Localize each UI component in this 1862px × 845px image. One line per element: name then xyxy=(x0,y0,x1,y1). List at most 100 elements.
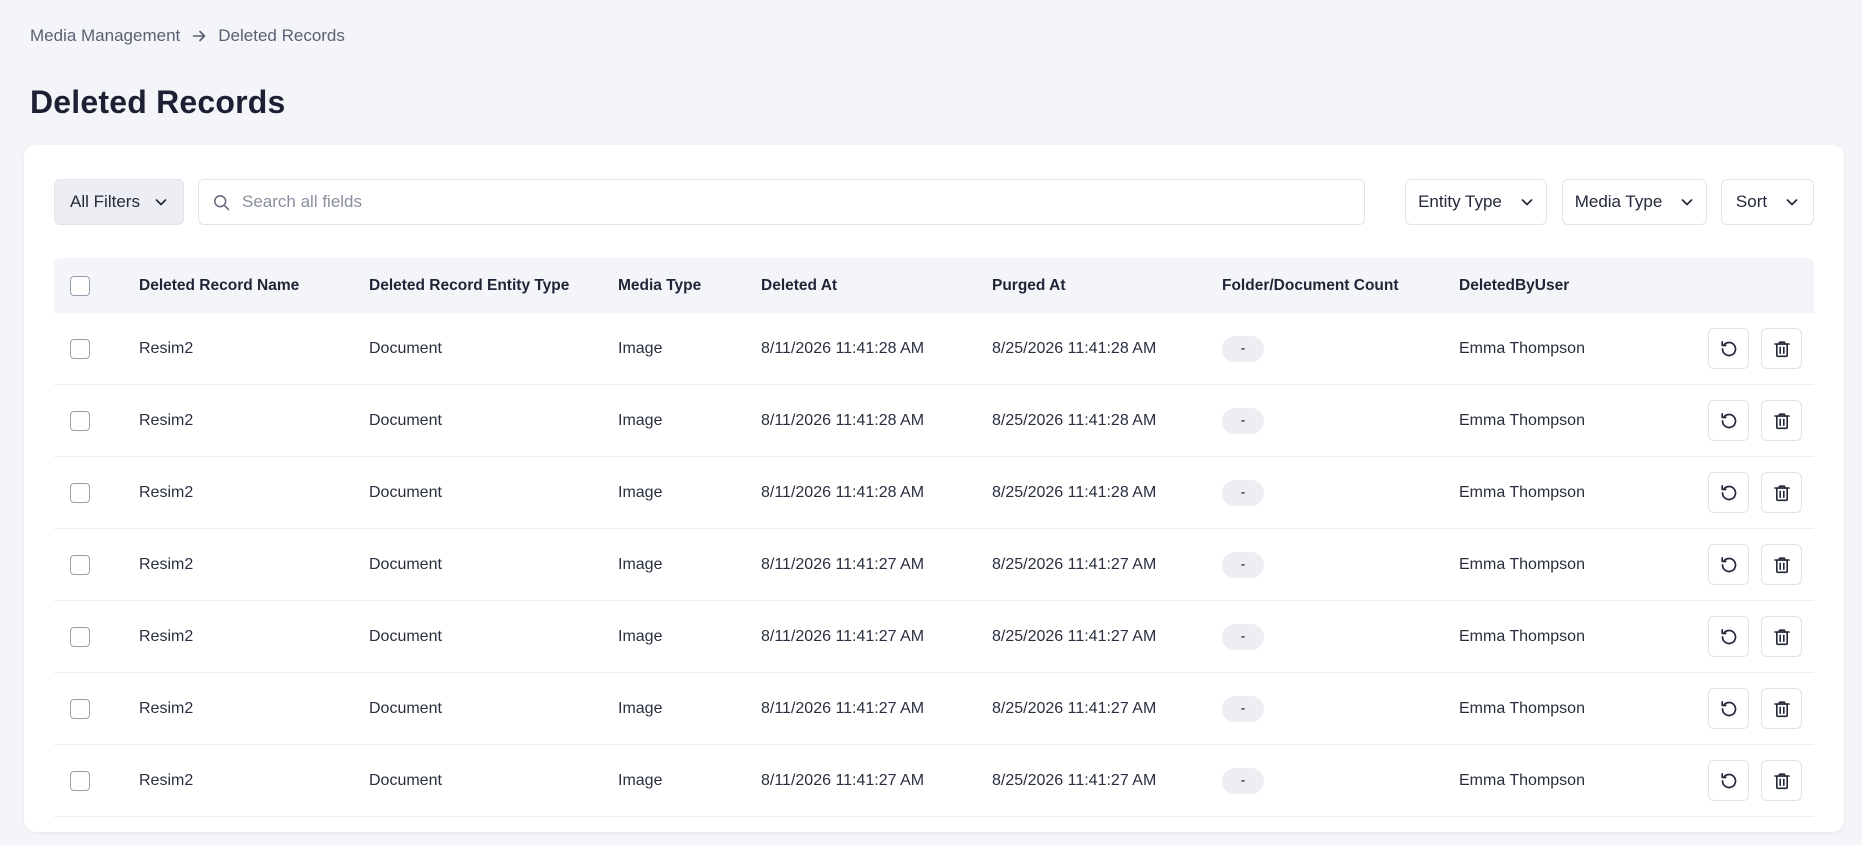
cell-name: Resim2 xyxy=(139,411,194,429)
toolbar: All Filters Entity Type Media Type Sort xyxy=(54,179,1814,225)
cell-count-badge: - xyxy=(1222,767,1264,794)
restore-icon xyxy=(1719,771,1739,791)
sort-label: Sort xyxy=(1735,192,1768,211)
cell-media-type: Image xyxy=(618,411,663,429)
row-checkbox[interactable] xyxy=(70,410,90,431)
cell-count-badge: - xyxy=(1222,335,1264,362)
restore-button[interactable] xyxy=(1708,328,1749,369)
cell-deleted-at: 8/11/2026 11:41:27 AM xyxy=(761,699,925,717)
entity-type-label: Entity Type xyxy=(1418,192,1502,211)
cell-purged-at: 8/25/2026 11:41:27 AM xyxy=(992,555,1157,573)
records-card: All Filters Entity Type Media Type Sort xyxy=(24,145,1844,832)
breadcrumb: Media Management Deleted Records xyxy=(30,26,345,46)
cell-deleted-by-user: Emma Thompson xyxy=(1459,555,1585,573)
table-row: Resim2 Document Image 8/11/2026 11:41:28… xyxy=(54,385,1814,457)
table-header: Deleted Record Name Deleted Record Entit… xyxy=(54,258,1814,313)
header-name[interactable]: Deleted Record Name xyxy=(139,277,369,295)
sort-dropdown[interactable]: Sort xyxy=(1721,179,1814,225)
restore-button[interactable] xyxy=(1708,400,1749,441)
cell-media-type: Image xyxy=(618,771,663,789)
trash-icon xyxy=(1772,627,1792,647)
delete-button[interactable] xyxy=(1761,472,1802,513)
row-checkbox[interactable] xyxy=(70,338,90,359)
delete-button[interactable] xyxy=(1761,400,1802,441)
restore-button[interactable] xyxy=(1708,760,1749,801)
delete-button[interactable] xyxy=(1761,328,1802,369)
cell-deleted-by-user: Emma Thompson xyxy=(1459,627,1585,645)
cell-name: Resim2 xyxy=(139,339,194,357)
header-count[interactable]: Folder/Document Count xyxy=(1222,277,1459,295)
table-row: Resim2 Document Image 8/11/2026 11:41:27… xyxy=(54,673,1814,745)
arrow-right-icon xyxy=(190,27,208,45)
cell-deleted-at: 8/11/2026 11:41:27 AM xyxy=(761,627,925,645)
cell-media-type: Image xyxy=(618,627,663,645)
table-row: Resim2 Document Image 8/11/2026 11:41:27… xyxy=(54,745,1814,817)
cell-media-type: Image xyxy=(618,483,663,501)
chevron-down-icon xyxy=(1680,195,1694,209)
media-type-label: Media Type xyxy=(1574,192,1663,211)
cell-media-type: Image xyxy=(618,699,663,717)
delete-button[interactable] xyxy=(1761,544,1802,585)
trash-icon xyxy=(1772,771,1792,791)
cell-entity-type: Document xyxy=(369,339,442,357)
trash-icon xyxy=(1772,699,1792,719)
table-row: Resim2 Document Image 8/11/2026 11:41:28… xyxy=(54,457,1814,529)
table-row: Resim2 Document Image 8/11/2026 11:41:27… xyxy=(54,529,1814,601)
cell-media-type: Image xyxy=(618,339,663,357)
row-checkbox[interactable] xyxy=(70,698,90,719)
media-type-dropdown[interactable]: Media Type xyxy=(1562,179,1707,225)
cell-entity-type: Document xyxy=(369,699,442,717)
cell-count-badge: - xyxy=(1222,407,1264,434)
cell-deleted-by-user: Emma Thompson xyxy=(1459,411,1585,429)
search-input[interactable] xyxy=(242,192,1364,212)
delete-button[interactable] xyxy=(1761,688,1802,729)
page-title: Deleted Records xyxy=(30,84,286,120)
delete-button[interactable] xyxy=(1761,760,1802,801)
cell-deleted-by-user: Emma Thompson xyxy=(1459,483,1585,501)
cell-purged-at: 8/25/2026 11:41:28 AM xyxy=(992,411,1157,429)
chevron-down-icon xyxy=(1785,195,1799,209)
entity-type-dropdown[interactable]: Entity Type xyxy=(1405,179,1547,225)
cell-entity-type: Document xyxy=(369,411,442,429)
cell-purged-at: 8/25/2026 11:41:28 AM xyxy=(992,339,1157,357)
header-deleted-by-user[interactable]: DeletedByUser xyxy=(1459,277,1689,295)
header-deleted-at[interactable]: Deleted At xyxy=(761,277,992,295)
row-checkbox[interactable] xyxy=(70,554,90,575)
chevron-down-icon xyxy=(154,195,168,209)
restore-button[interactable] xyxy=(1708,472,1749,513)
cell-purged-at: 8/25/2026 11:41:27 AM xyxy=(992,699,1157,717)
cell-deleted-by-user: Emma Thompson xyxy=(1459,339,1585,357)
header-purged-at[interactable]: Purged At xyxy=(992,277,1222,295)
cell-deleted-at: 8/11/2026 11:41:28 AM xyxy=(761,483,925,501)
cell-media-type: Image xyxy=(618,555,663,573)
restore-icon xyxy=(1719,339,1739,359)
row-checkbox[interactable] xyxy=(70,482,90,503)
cell-purged-at: 8/25/2026 11:41:27 AM xyxy=(992,627,1157,645)
trash-icon xyxy=(1772,411,1792,431)
restore-button[interactable] xyxy=(1708,688,1749,729)
restore-button[interactable] xyxy=(1708,544,1749,585)
cell-name: Resim2 xyxy=(139,699,194,717)
restore-button[interactable] xyxy=(1708,616,1749,657)
breadcrumb-item-media-management[interactable]: Media Management xyxy=(30,26,180,46)
restore-icon xyxy=(1719,627,1739,647)
restore-icon xyxy=(1719,483,1739,503)
cell-name: Resim2 xyxy=(139,771,194,789)
cell-deleted-at: 8/11/2026 11:41:27 AM xyxy=(761,555,925,573)
cell-count-badge: - xyxy=(1222,551,1264,578)
delete-button[interactable] xyxy=(1761,616,1802,657)
all-filters-button[interactable]: All Filters xyxy=(54,179,184,225)
restore-icon xyxy=(1719,555,1739,575)
select-all-checkbox[interactable] xyxy=(70,275,90,296)
trash-icon xyxy=(1772,555,1792,575)
search-box xyxy=(198,179,1365,225)
cell-name: Resim2 xyxy=(139,555,194,573)
row-checkbox[interactable] xyxy=(70,770,90,791)
cell-deleted-at: 8/11/2026 11:41:28 AM xyxy=(761,339,925,357)
trash-icon xyxy=(1772,483,1792,503)
row-checkbox[interactable] xyxy=(70,626,90,647)
header-entity-type[interactable]: Deleted Record Entity Type xyxy=(369,277,618,295)
header-media-type[interactable]: Media Type xyxy=(618,277,761,295)
cell-deleted-by-user: Emma Thompson xyxy=(1459,699,1585,717)
cell-count-badge: - xyxy=(1222,623,1264,650)
